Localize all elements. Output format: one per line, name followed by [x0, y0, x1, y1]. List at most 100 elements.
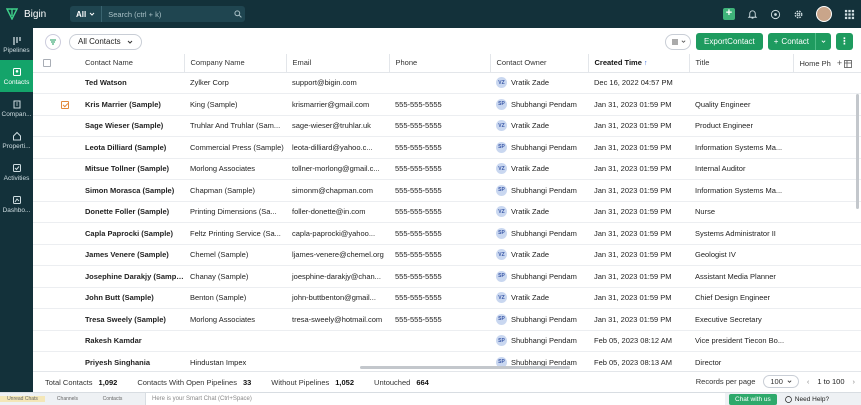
- company-name-cell[interactable]: Truhlar And Truhlar (Sam...: [184, 115, 286, 137]
- column-header-home-phone[interactable]: Home Ph +: [793, 54, 861, 73]
- total-contacts[interactable]: Total Contacts 1,092: [45, 378, 117, 387]
- row-checkbox[interactable]: [33, 93, 79, 116]
- row-checkbox[interactable]: [33, 265, 79, 288]
- contact-name-cell[interactable]: Donette Foller (Sample): [79, 201, 184, 223]
- email-cell[interactable]: foller-donette@in.com: [286, 201, 389, 223]
- row-checkbox[interactable]: [33, 158, 79, 180]
- sidebar-item-property[interactable]: Properti...: [0, 124, 33, 156]
- need-help-button[interactable]: Need Help?: [784, 396, 829, 403]
- contacts-open-pipelines[interactable]: Contacts With Open Pipelines 33: [137, 378, 251, 387]
- company-name-cell[interactable]: Chemel (Sample): [184, 244, 286, 266]
- app-grid-icon[interactable]: [844, 9, 855, 20]
- contact-name-cell[interactable]: Capla Paprocki (Sample): [79, 222, 184, 245]
- table-row[interactable]: Josephine Darakjy (Sample) Chanay (Sample…: [33, 265, 861, 288]
- company-name-cell[interactable]: Hindustan Impex: [184, 351, 286, 369]
- company-name-cell[interactable]: Chanay (Sample): [184, 265, 286, 288]
- quick-create-button[interactable]: +: [723, 8, 735, 20]
- company-name-cell[interactable]: Morlong Associates: [184, 308, 286, 331]
- table-row[interactable]: Sage Wieser (Sample) Truhlar And Truhlar …: [33, 115, 861, 137]
- phone-cell[interactable]: 555-555-5555: [389, 115, 490, 137]
- contact-name-cell[interactable]: Ted Watson: [79, 72, 184, 94]
- select-all-checkbox[interactable]: [33, 54, 79, 73]
- phone-cell[interactable]: [389, 330, 490, 352]
- contact-name-cell[interactable]: James Venere (Sample): [79, 244, 184, 266]
- contact-name-cell[interactable]: Kris Marrier (Sample): [79, 93, 184, 116]
- column-header-title[interactable]: Title: [689, 54, 794, 73]
- row-checkbox[interactable]: [33, 244, 79, 266]
- phone-cell[interactable]: 555-555-5555: [389, 93, 490, 116]
- list-options-button[interactable]: [665, 33, 692, 50]
- more-options-button[interactable]: ⋮: [836, 33, 853, 50]
- contact-name-cell[interactable]: Leota Dilliard (Sample): [79, 136, 184, 159]
- row-checkbox[interactable]: [33, 201, 79, 223]
- phone-cell[interactable]: 555-555-5555: [389, 265, 490, 288]
- row-checkbox[interactable]: [33, 136, 79, 159]
- company-name-cell[interactable]: [184, 330, 286, 352]
- phone-cell[interactable]: [389, 72, 490, 94]
- email-cell[interactable]: tresa-sweely@hotmail.com: [286, 308, 389, 331]
- add-contact-dropdown[interactable]: [815, 33, 831, 50]
- sidebar-item-dashboard[interactable]: Dashbo...: [0, 188, 33, 220]
- row-checkbox[interactable]: [33, 351, 79, 369]
- table-row[interactable]: Mitsue Tollner (Sample) Morlong Associate…: [33, 158, 861, 180]
- phone-cell[interactable]: 555-555-5555: [389, 158, 490, 180]
- column-header-created-time[interactable]: Created Time ↑: [588, 54, 690, 73]
- company-name-cell[interactable]: Feltz Printing Service (Sa...: [184, 222, 286, 245]
- company-name-cell[interactable]: Benton (Sample): [184, 287, 286, 309]
- table-row[interactable]: Capla Paprocki (Sample) Feltz Printing Se…: [33, 222, 861, 245]
- company-name-cell[interactable]: Commercial Press (Sample): [184, 136, 286, 159]
- contact-name-cell[interactable]: Mitsue Tollner (Sample): [79, 158, 184, 180]
- view-selector[interactable]: All Contacts: [69, 33, 142, 50]
- smart-chat-input[interactable]: Here is your Smart Chat (Ctrl+Space): [145, 393, 725, 405]
- contact-name-cell[interactable]: Tresa Sweely (Sample): [79, 308, 184, 331]
- email-cell[interactable]: capla-paprocki@yahoo...: [286, 222, 389, 245]
- table-row[interactable]: Tresa Sweely (Sample) Morlong Associates t…: [33, 308, 861, 331]
- without-pipelines[interactable]: Without Pipelines 1,052: [271, 378, 354, 387]
- phone-cell[interactable]: 555-555-5555: [389, 287, 490, 309]
- column-header-email[interactable]: Email: [286, 54, 390, 73]
- contact-name-cell[interactable]: Josephine Darakjy (Sample): [79, 265, 184, 288]
- email-cell[interactable]: support@bigin.com: [286, 72, 389, 94]
- search-scope-dropdown[interactable]: All: [70, 6, 103, 22]
- email-cell[interactable]: joesphine-darakjy@chan...: [286, 265, 389, 288]
- table-row[interactable]: Donette Foller (Sample) Printing Dimensio…: [33, 201, 861, 223]
- export-contact-button[interactable]: ExportContact: [696, 33, 763, 50]
- email-cell[interactable]: john-buttbenton@gmail...: [286, 287, 389, 309]
- phone-cell[interactable]: 555-555-5555: [389, 308, 490, 331]
- table-row[interactable]: Kris Marrier (Sample) King (Sample) krisma…: [33, 93, 861, 116]
- records-per-page-select[interactable]: 100: [763, 375, 799, 388]
- sidebar-item-company[interactable]: Compan...: [0, 92, 33, 124]
- marketplace-icon[interactable]: [770, 9, 781, 20]
- email-cell[interactable]: [286, 330, 389, 352]
- email-cell[interactable]: tollner-morlong@gmail.c...: [286, 158, 389, 180]
- phone-cell[interactable]: 555-555-5555: [389, 179, 490, 202]
- user-avatar[interactable]: [816, 6, 832, 22]
- filter-button[interactable]: [45, 33, 61, 50]
- next-page-icon[interactable]: ›: [853, 377, 856, 386]
- email-cell[interactable]: simonm@chapman.com: [286, 179, 389, 202]
- vertical-scrollbar[interactable]: [856, 94, 859, 209]
- email-cell[interactable]: sage-wieser@truhlar.uk: [286, 115, 389, 137]
- table-row[interactable]: James Venere (Sample) Chemel (Sample) ljam…: [33, 244, 861, 266]
- contact-name-cell[interactable]: Simon Morasca (Sample): [79, 179, 184, 202]
- search-input[interactable]: [102, 9, 231, 19]
- horizontal-scrollbar[interactable]: [360, 366, 570, 369]
- column-header-contact-owner[interactable]: Contact Owner: [490, 54, 589, 73]
- phone-cell[interactable]: 555-555-5555: [389, 244, 490, 266]
- app-logo[interactable]: Bigin: [0, 8, 60, 20]
- gear-icon[interactable]: [793, 9, 804, 20]
- company-name-cell[interactable]: Morlong Associates: [184, 158, 286, 180]
- contact-name-cell[interactable]: Priyesh Singhania: [79, 351, 184, 369]
- phone-cell[interactable]: 555-555-5555: [389, 222, 490, 245]
- table-row[interactable]: Ted Watson Zylker Corp support@bigin.com VZ…: [33, 72, 861, 94]
- phone-cell[interactable]: 555-555-5555: [389, 201, 490, 223]
- email-cell[interactable]: krismarrier@gmail.com: [286, 93, 389, 116]
- unread-chats-tab[interactable]: Unread Chats: [0, 396, 45, 402]
- row-checkbox[interactable]: [33, 330, 79, 352]
- prev-page-icon[interactable]: ‹: [807, 377, 810, 386]
- phone-cell[interactable]: 555-555-5555: [389, 136, 490, 159]
- column-header-contact-name[interactable]: Contact Name: [79, 54, 185, 73]
- contact-name-cell[interactable]: Sage Wieser (Sample): [79, 115, 184, 137]
- column-settings-icon[interactable]: [844, 59, 853, 68]
- search-icon[interactable]: [231, 10, 245, 18]
